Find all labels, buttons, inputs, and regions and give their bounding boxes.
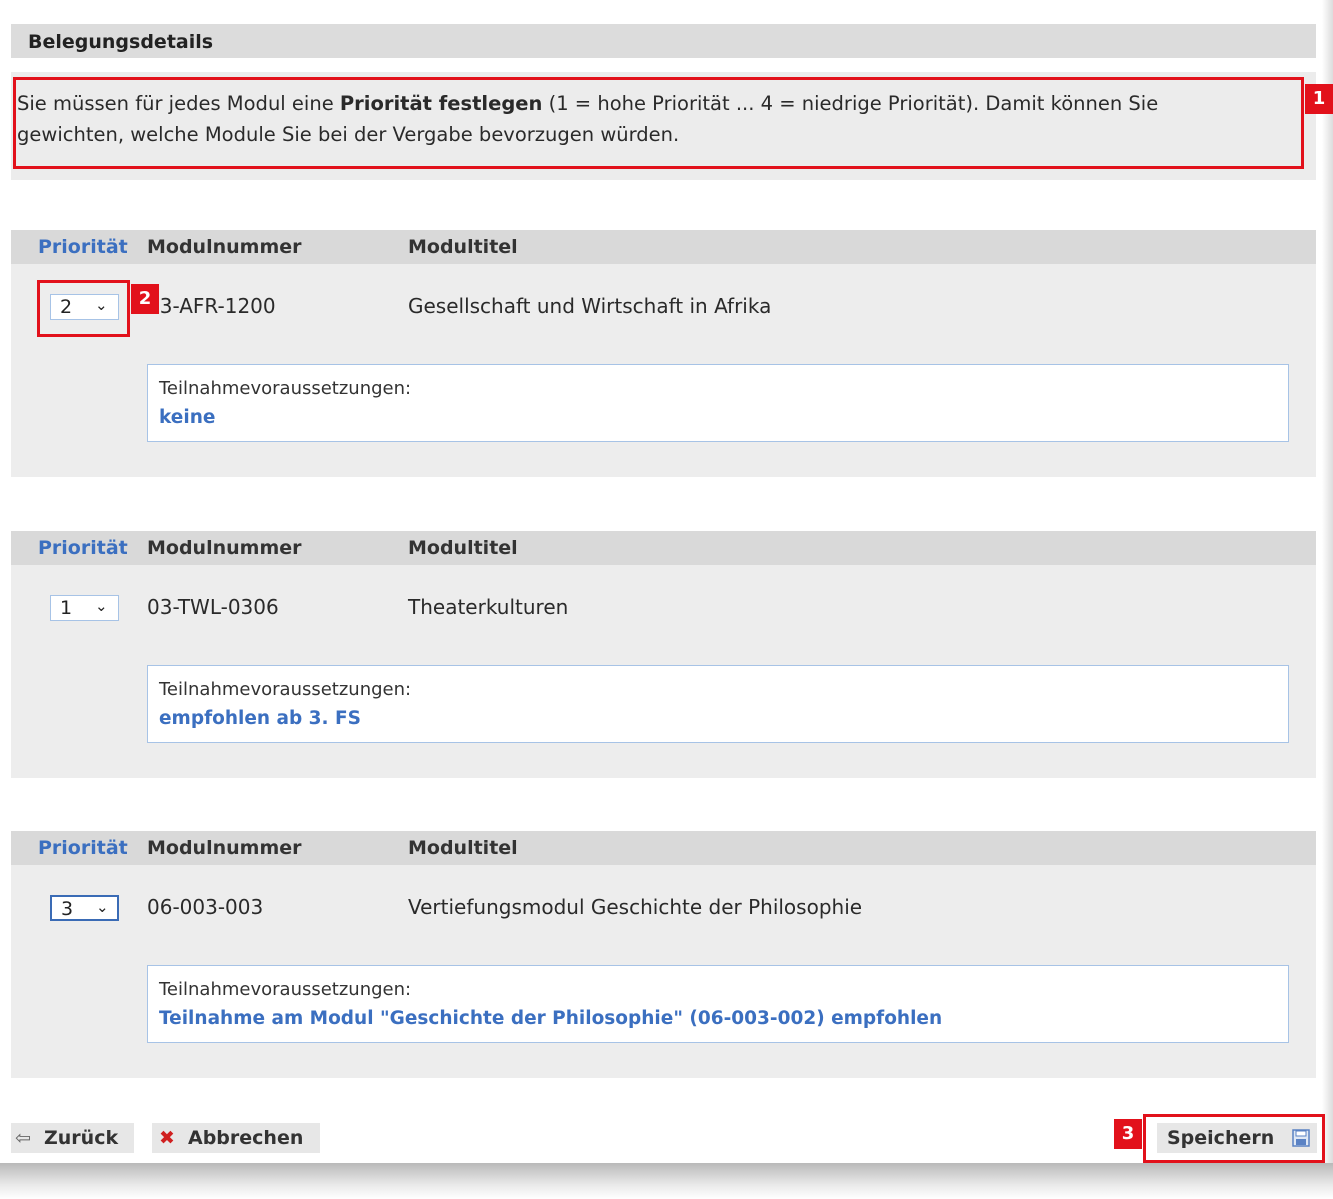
priority-select[interactable]: 1 ⌄ [50, 595, 119, 621]
module-title: Theaterkulturen [408, 595, 569, 619]
column-priority[interactable]: Priorität [38, 236, 128, 258]
column-module-number: Modulnummer [147, 837, 302, 859]
requirements-label: Teilnahmevoraussetzungen: [159, 679, 412, 700]
requirements-box: Teilnahmevoraussetzungen: empfohlen ab 3… [147, 665, 1289, 743]
column-priority[interactable]: Priorität [38, 537, 128, 559]
page-title: Belegungsdetails [28, 31, 214, 53]
chevron-down-icon: ⌄ [95, 597, 108, 615]
column-module-title: Modultitel [408, 236, 518, 258]
cancel-button-label: Abbrechen [188, 1127, 304, 1149]
requirements-box: Teilnahmevoraussetzungen: keine [147, 364, 1289, 442]
priority-select[interactable]: 3 ⌄ [50, 895, 119, 921]
priority-value: 3 [61, 898, 74, 920]
requirements-value: empfohlen ab 3. FS [159, 708, 361, 729]
frame-shadow-right [1322, 0, 1333, 1199]
module-number: 03-TWL-0306 [147, 595, 279, 619]
section-header: Belegungsdetails [11, 24, 1316, 58]
column-header: Priorität Modulnummer Modultitel [11, 230, 1316, 264]
requirements-value: Teilnahme am Modul "Geschichte der Philo… [159, 1008, 943, 1029]
back-button-label: Zurück [44, 1127, 119, 1149]
module-block-2: Priorität Modulnummer Modultitel 1 ⌄ 03-… [11, 531, 1316, 778]
annotation-marker-1: 1 [1305, 84, 1333, 114]
module-number: 06-003-003 [147, 895, 264, 919]
annotation-box-1 [13, 77, 1304, 169]
annotation-box-2 [37, 280, 130, 337]
column-module-number: Modulnummer [147, 537, 302, 559]
requirements-label: Teilnahmevoraussetzungen: [159, 378, 412, 399]
back-button[interactable]: ⇦ Zurück [11, 1123, 134, 1153]
arrow-left-icon: ⇦ [15, 1127, 31, 1149]
column-module-number: Modulnummer [147, 236, 302, 258]
chevron-down-icon: ⌄ [96, 898, 109, 916]
column-header: Priorität Modulnummer Modultitel [11, 531, 1316, 565]
x-icon: ✖ [159, 1127, 175, 1149]
requirements-label: Teilnahmevoraussetzungen: [159, 979, 412, 1000]
column-header: Priorität Modulnummer Modultitel [11, 831, 1316, 865]
column-module-title: Modultitel [408, 537, 518, 559]
module-block-3: Priorität Modulnummer Modultitel 3 ⌄ 06-… [11, 831, 1316, 1078]
priority-value: 1 [60, 597, 73, 619]
module-title: Gesellschaft und Wirtschaft in Afrika [408, 294, 772, 318]
frame-shadow-bottom [0, 1163, 1333, 1199]
annotation-box-3 [1143, 1114, 1325, 1163]
requirements-value: keine [159, 407, 216, 428]
requirements-box: Teilnahmevoraussetzungen: Teilnahme am M… [147, 965, 1289, 1043]
module-number: 03-AFR-1200 [147, 294, 276, 318]
annotation-marker-2: 2 [131, 284, 159, 314]
column-module-title: Modultitel [408, 837, 518, 859]
module-block-1: Priorität Modulnummer Modultitel 2 ⌄ 03-… [11, 230, 1316, 477]
module-title: Vertiefungsmodul Geschichte der Philosop… [408, 895, 863, 919]
cancel-button[interactable]: ✖ Abbrechen [152, 1123, 320, 1153]
column-priority[interactable]: Priorität [38, 837, 128, 859]
annotation-marker-3: 3 [1114, 1119, 1142, 1149]
